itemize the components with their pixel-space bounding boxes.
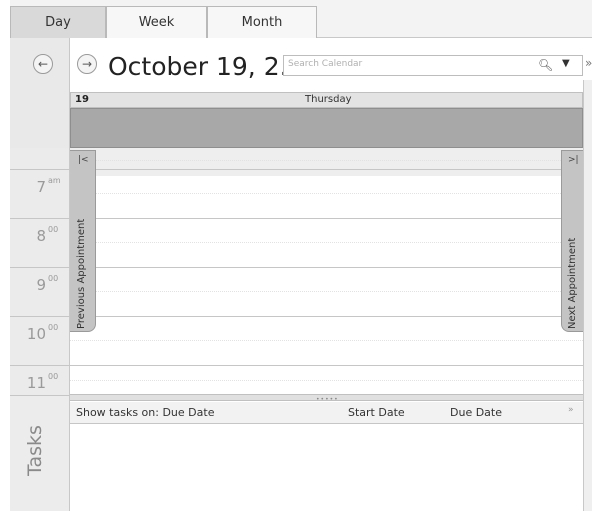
search-placeholder: Search Calendar bbox=[288, 59, 363, 69]
due-date-column-header[interactable]: Due Date bbox=[450, 406, 502, 419]
time-minute-label: 00 bbox=[48, 372, 59, 381]
time-slot-11: 11 00 bbox=[10, 365, 70, 395]
time-minute-label: 00 bbox=[48, 274, 59, 283]
tab-week-label: Week bbox=[138, 15, 175, 30]
time-slot-early bbox=[10, 148, 70, 168]
all-day-events-area[interactable] bbox=[70, 108, 583, 148]
right-scroll-edge[interactable] bbox=[583, 80, 592, 511]
date-title: October 19, 2... bbox=[108, 52, 304, 81]
time-column: 7 am 8 00 9 00 10 00 11 00 bbox=[10, 148, 70, 395]
day-name: Thursday bbox=[305, 94, 352, 105]
time-hour-label: 8 bbox=[36, 227, 46, 245]
tasks-splitter[interactable]: ••••• bbox=[70, 394, 583, 403]
time-minute-label: am bbox=[48, 176, 61, 185]
half-hour-line bbox=[70, 193, 583, 194]
tab-day[interactable]: Day bbox=[10, 6, 106, 38]
day-header[interactable]: 19 Thursday bbox=[70, 92, 583, 108]
time-minute-label: 00 bbox=[48, 323, 59, 332]
previous-arrow-icon: |< bbox=[78, 155, 89, 165]
expand-chevron-icon[interactable]: » bbox=[585, 56, 592, 70]
half-hour-line bbox=[70, 340, 583, 341]
search-icon[interactable]: 🔍︎ bbox=[538, 58, 553, 72]
time-slot-8: 8 00 bbox=[10, 218, 70, 267]
collapse-icon[interactable]: » bbox=[568, 405, 574, 415]
tasks-panel-label: Tasks bbox=[24, 425, 46, 476]
half-hour-line bbox=[70, 380, 583, 381]
tasks-header: Show tasks on: Due Date Start Date Due D… bbox=[70, 402, 583, 424]
tasks-list[interactable] bbox=[70, 424, 583, 511]
time-slot-9: 9 00 bbox=[10, 267, 70, 316]
next-appointment-label: Next Appointment bbox=[567, 237, 578, 329]
back-arrow-icon[interactable]: ← bbox=[33, 54, 53, 74]
time-hour-label: 11 bbox=[26, 374, 46, 392]
start-date-column-header[interactable]: Start Date bbox=[348, 406, 405, 419]
day-number: 19 bbox=[75, 94, 89, 105]
forward-arrow-icon[interactable]: → bbox=[77, 54, 97, 74]
show-tasks-label[interactable]: Show tasks on: Due Date bbox=[76, 406, 214, 419]
half-hour-line bbox=[70, 291, 583, 292]
next-appointment-button[interactable]: >| Next Appointment bbox=[561, 150, 583, 332]
time-hour-label: 9 bbox=[36, 276, 46, 294]
search-options-chevron-down-icon[interactable]: ▼ bbox=[562, 58, 570, 69]
tab-month[interactable]: Month bbox=[207, 6, 317, 38]
half-hour-line bbox=[70, 160, 583, 161]
tab-day-label: Day bbox=[45, 15, 71, 30]
time-hour-label: 7 bbox=[36, 178, 46, 196]
window-left-edge bbox=[0, 0, 10, 511]
previous-appointment-button[interactable]: |< Previous Appointment bbox=[70, 150, 96, 332]
time-minute-label: 00 bbox=[48, 225, 59, 234]
time-hour-label: 10 bbox=[26, 325, 46, 343]
time-slot-10: 10 00 bbox=[10, 316, 70, 365]
time-slot-7: 7 am bbox=[10, 169, 70, 218]
previous-appointment-label: Previous Appointment bbox=[76, 218, 87, 329]
tab-month-label: Month bbox=[241, 15, 283, 30]
next-arrow-icon: >| bbox=[568, 155, 579, 165]
search-input[interactable]: Search Calendar 🔍︎ ▼ bbox=[283, 55, 583, 76]
half-hour-line bbox=[70, 242, 583, 243]
tab-week[interactable]: Week bbox=[106, 6, 207, 38]
day-time-grid[interactable] bbox=[70, 148, 583, 395]
